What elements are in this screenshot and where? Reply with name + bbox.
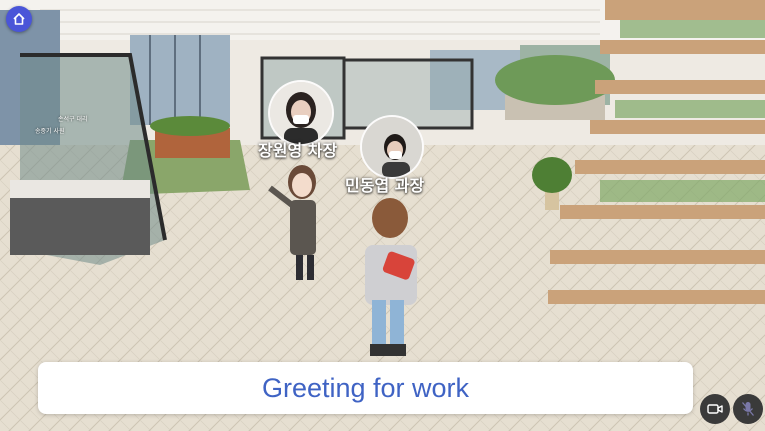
camera-toggle-button[interactable] xyxy=(700,394,730,424)
home-icon xyxy=(13,13,25,25)
user-video-feed-icon xyxy=(362,117,422,177)
video-camera-icon xyxy=(707,404,723,414)
participant-name-2: 민동엽 과장 xyxy=(345,176,425,195)
participant-video-2[interactable] xyxy=(360,115,424,179)
home-button[interactable] xyxy=(6,6,32,32)
mic-toggle-button[interactable] xyxy=(733,394,763,424)
microphone-icon xyxy=(742,402,754,416)
user-video-feed-icon xyxy=(270,82,332,144)
caption-bar: Greeting for work xyxy=(38,362,693,414)
booth-label: 송중기 사원 xyxy=(35,128,65,135)
participant-name-1: 장원영 차장 xyxy=(258,141,338,160)
caption-text: Greeting for work xyxy=(261,372,470,403)
booth-label: 손석구 대리 xyxy=(58,116,88,123)
